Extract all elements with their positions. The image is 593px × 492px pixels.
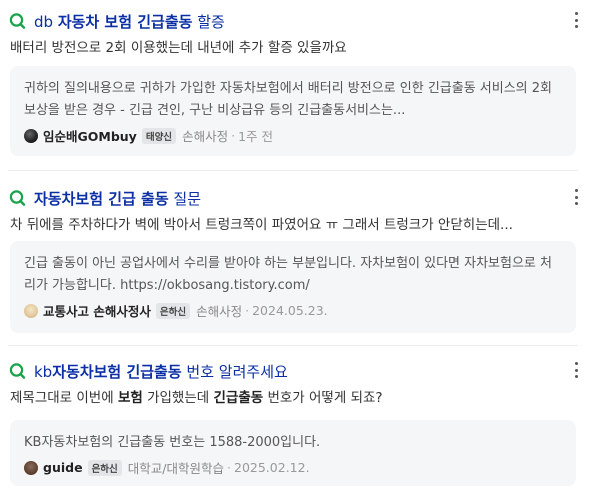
separator-dot: · (227, 460, 231, 475)
author-name[interactable]: 임순배GOMbuy (43, 126, 137, 145)
avatar (24, 303, 38, 318)
category-label: 손해사정 (182, 129, 229, 144)
category-label: 대학교/대학원학습 (127, 461, 225, 476)
result-title[interactable]: db 자동차 보험 긴급출동 할증 (34, 11, 225, 32)
avatar (24, 128, 38, 143)
timestamp: 2025.02.12. (234, 460, 310, 475)
result-title[interactable]: 자동차보험 긴급 출동 질문 (34, 188, 201, 209)
q-search-icon (8, 361, 28, 381)
question-text[interactable]: 제목그대로 이번에 보험 가입했는데 긴급출동 번호가 어떻게 되죠? (10, 386, 570, 406)
more-vertical-icon[interactable] (573, 362, 579, 378)
q-search-icon (8, 188, 28, 208)
answer-box[interactable]: KB자동차보험의 긴급출동 번호는 1588-2000입니다. guide 은하… (10, 420, 576, 486)
answer-box[interactable]: 긴급 출동이 아닌 공업사에서 수리를 받아야 하는 부분입니다. 자차보험이 … (10, 241, 576, 333)
more-vertical-icon[interactable] (573, 189, 579, 205)
rank-badge: 태양신 (141, 127, 177, 144)
answer-meta: 임순배GOMbuy 태양신 손해사정 · 1주 전 (24, 126, 562, 145)
question-text[interactable]: 차 뒤에를 주차하다가 벽에 박아서 트렁크쪽이 파였어요 ㅠ 그래서 트렁크가… (10, 213, 570, 233)
result-title-link[interactable]: db 자동차 보험 긴급출동 할증 (8, 10, 568, 32)
divider (8, 170, 578, 171)
separator-dot: · (231, 128, 236, 143)
author-name[interactable]: guide (43, 460, 83, 475)
timestamp: 1주 전 (238, 129, 273, 144)
result-title-link[interactable]: kb자동차보험 긴급출동 번호 알려주세요 (8, 360, 568, 382)
answer-meta: guide 은하신 대학교/대학원학습 · 2025.02.12. (24, 458, 562, 477)
answer-text: KB자동차보험의 긴급출동 번호는 1588-2000입니다. (24, 435, 321, 450)
separator-dot: · (245, 303, 250, 318)
question-text[interactable]: 배터리 방전으로 2회 이용했는데 내년에 추가 할증 있을까요 (10, 36, 570, 56)
answer-meta: 교통사고 손해사정사 은하신 손해사정 · 2024.05.23. (24, 301, 562, 320)
more-vertical-icon[interactable] (573, 12, 579, 28)
divider (8, 345, 578, 346)
answer-box[interactable]: 귀하의 질의내용으로 귀하가 가입한 자동차보험에서 배터리 방전으로 인한 긴… (10, 66, 576, 156)
avatar (24, 460, 38, 475)
q-search-icon (8, 11, 28, 31)
rank-badge: 은하신 (155, 302, 191, 319)
result-title-link[interactable]: 자동차보험 긴급 출동 질문 (8, 187, 568, 209)
author-name[interactable]: 교통사고 손해사정사 (43, 301, 151, 320)
answer-text: 귀하의 질의내용으로 귀하가 가입한 자동차보험에서 배터리 방전으로 인한 긴… (24, 81, 552, 118)
rank-badge: 은하신 (87, 459, 122, 476)
timestamp: 2024.05.23. (252, 303, 328, 318)
answer-text: 긴급 출동이 아닌 공업사에서 수리를 받아야 하는 부분입니다. 자차보험이 … (24, 256, 552, 293)
category-label: 손해사정 (196, 304, 243, 319)
result-title[interactable]: kb자동차보험 긴급출동 번호 알려주세요 (34, 361, 288, 382)
